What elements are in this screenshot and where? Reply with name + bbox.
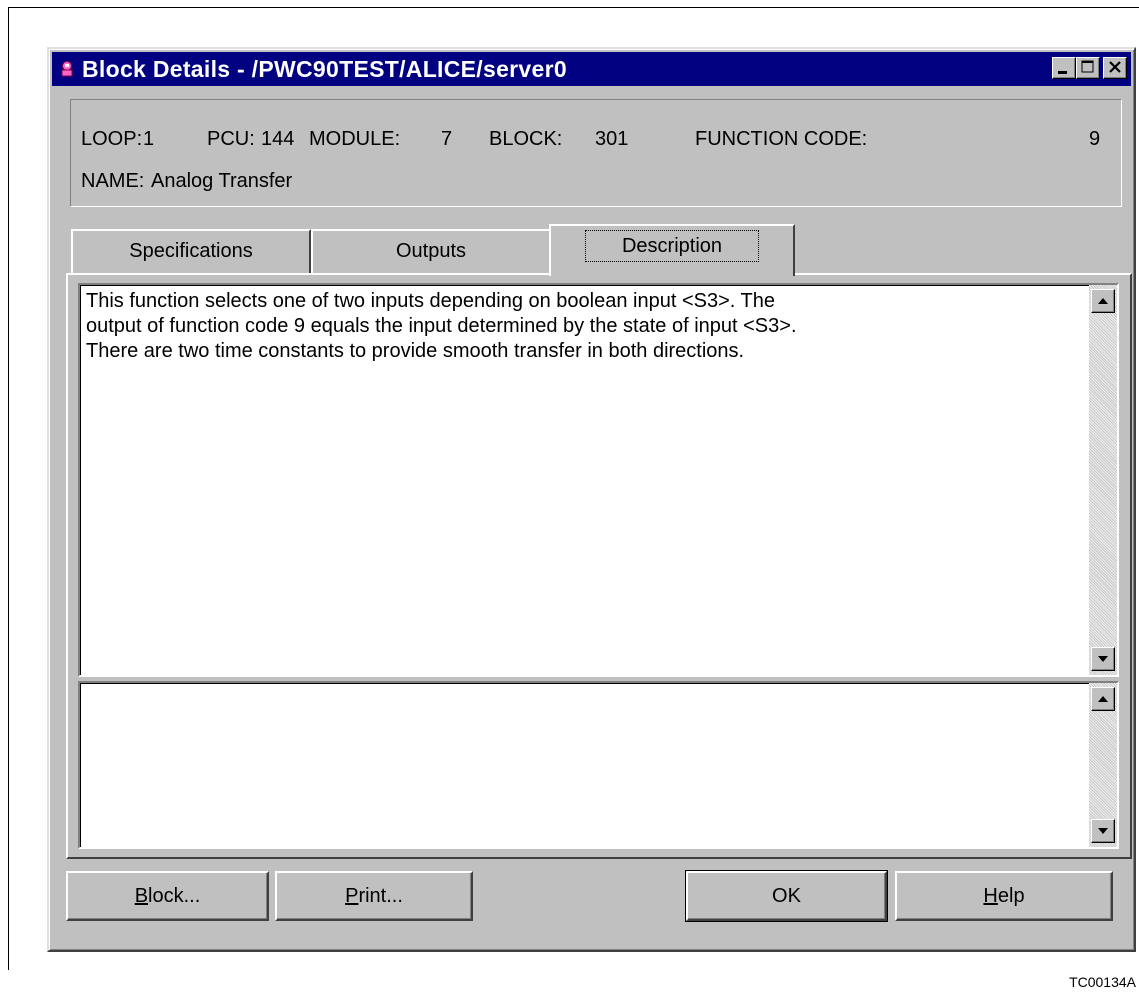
description-line: This function selects one of two inputs … xyxy=(86,290,776,312)
tab-specifications[interactable]: Specifications xyxy=(71,229,311,273)
tab-specifications-label: Specifications xyxy=(129,240,253,262)
window-title: Block Details - /PWC90TEST/ALICE/server0 xyxy=(82,56,567,82)
module-value: 7 xyxy=(441,128,453,150)
block-button-label: lock... xyxy=(148,885,201,907)
scroll-down-arrow-icon xyxy=(1098,828,1108,834)
app-icon xyxy=(58,60,76,78)
scroll-down-button[interactable] xyxy=(1091,647,1115,671)
description-scrollbar[interactable] xyxy=(1089,285,1117,675)
description-text-area[interactable]: This function selects one of two inputs … xyxy=(78,283,1119,677)
maximize-icon xyxy=(1081,60,1094,73)
minimize-icon xyxy=(1058,71,1067,74)
loop-value: 1 xyxy=(143,128,155,150)
ok-button-label: OK xyxy=(772,885,801,907)
tab-description[interactable]: Description xyxy=(549,224,795,276)
loop-label: LOOP: xyxy=(81,128,143,150)
close-button[interactable] xyxy=(1103,57,1127,79)
title-bar[interactable]: Block Details - /PWC90TEST/ALICE/server0 xyxy=(52,52,1131,86)
description-line: There are two time constants to provide … xyxy=(86,340,745,362)
scroll-down-arrow-icon xyxy=(1098,656,1108,662)
figure-id: TC00134A xyxy=(1069,974,1136,990)
block-details-window: Block Details - /PWC90TEST/ALICE/server0… xyxy=(47,47,1136,952)
tab-outputs-label: Outputs xyxy=(395,240,467,262)
scroll-up-button[interactable] xyxy=(1091,289,1115,313)
minimize-button[interactable] xyxy=(1052,57,1076,79)
print-button-label: rint... xyxy=(358,885,403,907)
notes-text-area[interactable] xyxy=(78,681,1119,849)
function-code-label: FUNCTION CODE: xyxy=(695,128,868,150)
scroll-up-button[interactable] xyxy=(1091,687,1115,711)
print-button-mnemonic: P xyxy=(345,885,359,907)
scroll-up-arrow-icon xyxy=(1098,696,1108,702)
scroll-up-arrow-icon xyxy=(1098,298,1108,304)
block-button[interactable]: Block... xyxy=(66,871,269,921)
pcu-label: PCU: xyxy=(207,128,255,150)
block-label: BLOCK: xyxy=(489,128,563,150)
description-text: This function selects one of two inputs … xyxy=(86,289,1081,364)
maximize-button[interactable] xyxy=(1076,57,1100,79)
description-tab-panel: This function selects one of two inputs … xyxy=(66,273,1132,859)
name-value: Analog Transfer xyxy=(151,170,293,192)
figure-border-top xyxy=(8,7,1139,8)
help-button[interactable]: Help xyxy=(895,871,1113,921)
close-icon xyxy=(1109,61,1121,73)
function-code-value: 9 xyxy=(1089,128,1101,150)
block-info-panel: LOOP: 1 PCU: 144 MODULE: 7 BLOCK: 301 FU… xyxy=(70,99,1122,207)
figure-border-left xyxy=(8,7,9,970)
scroll-down-button[interactable] xyxy=(1091,819,1115,843)
pcu-value: 144 xyxy=(261,128,295,150)
tab-description-label: Description xyxy=(584,230,760,262)
tab-outputs[interactable]: Outputs xyxy=(311,229,551,273)
name-label: NAME: xyxy=(81,170,145,192)
block-button-mnemonic: B xyxy=(134,885,149,907)
block-value: 301 xyxy=(595,128,629,150)
ok-button[interactable]: OK xyxy=(685,870,888,922)
help-button-label: elp xyxy=(997,885,1025,907)
notes-scrollbar[interactable] xyxy=(1089,683,1117,847)
description-line: output of function code 9 equals the inp… xyxy=(86,315,797,337)
help-button-mnemonic: H xyxy=(983,885,998,907)
print-button[interactable]: Print... xyxy=(275,871,473,921)
module-label: MODULE: xyxy=(309,128,401,150)
